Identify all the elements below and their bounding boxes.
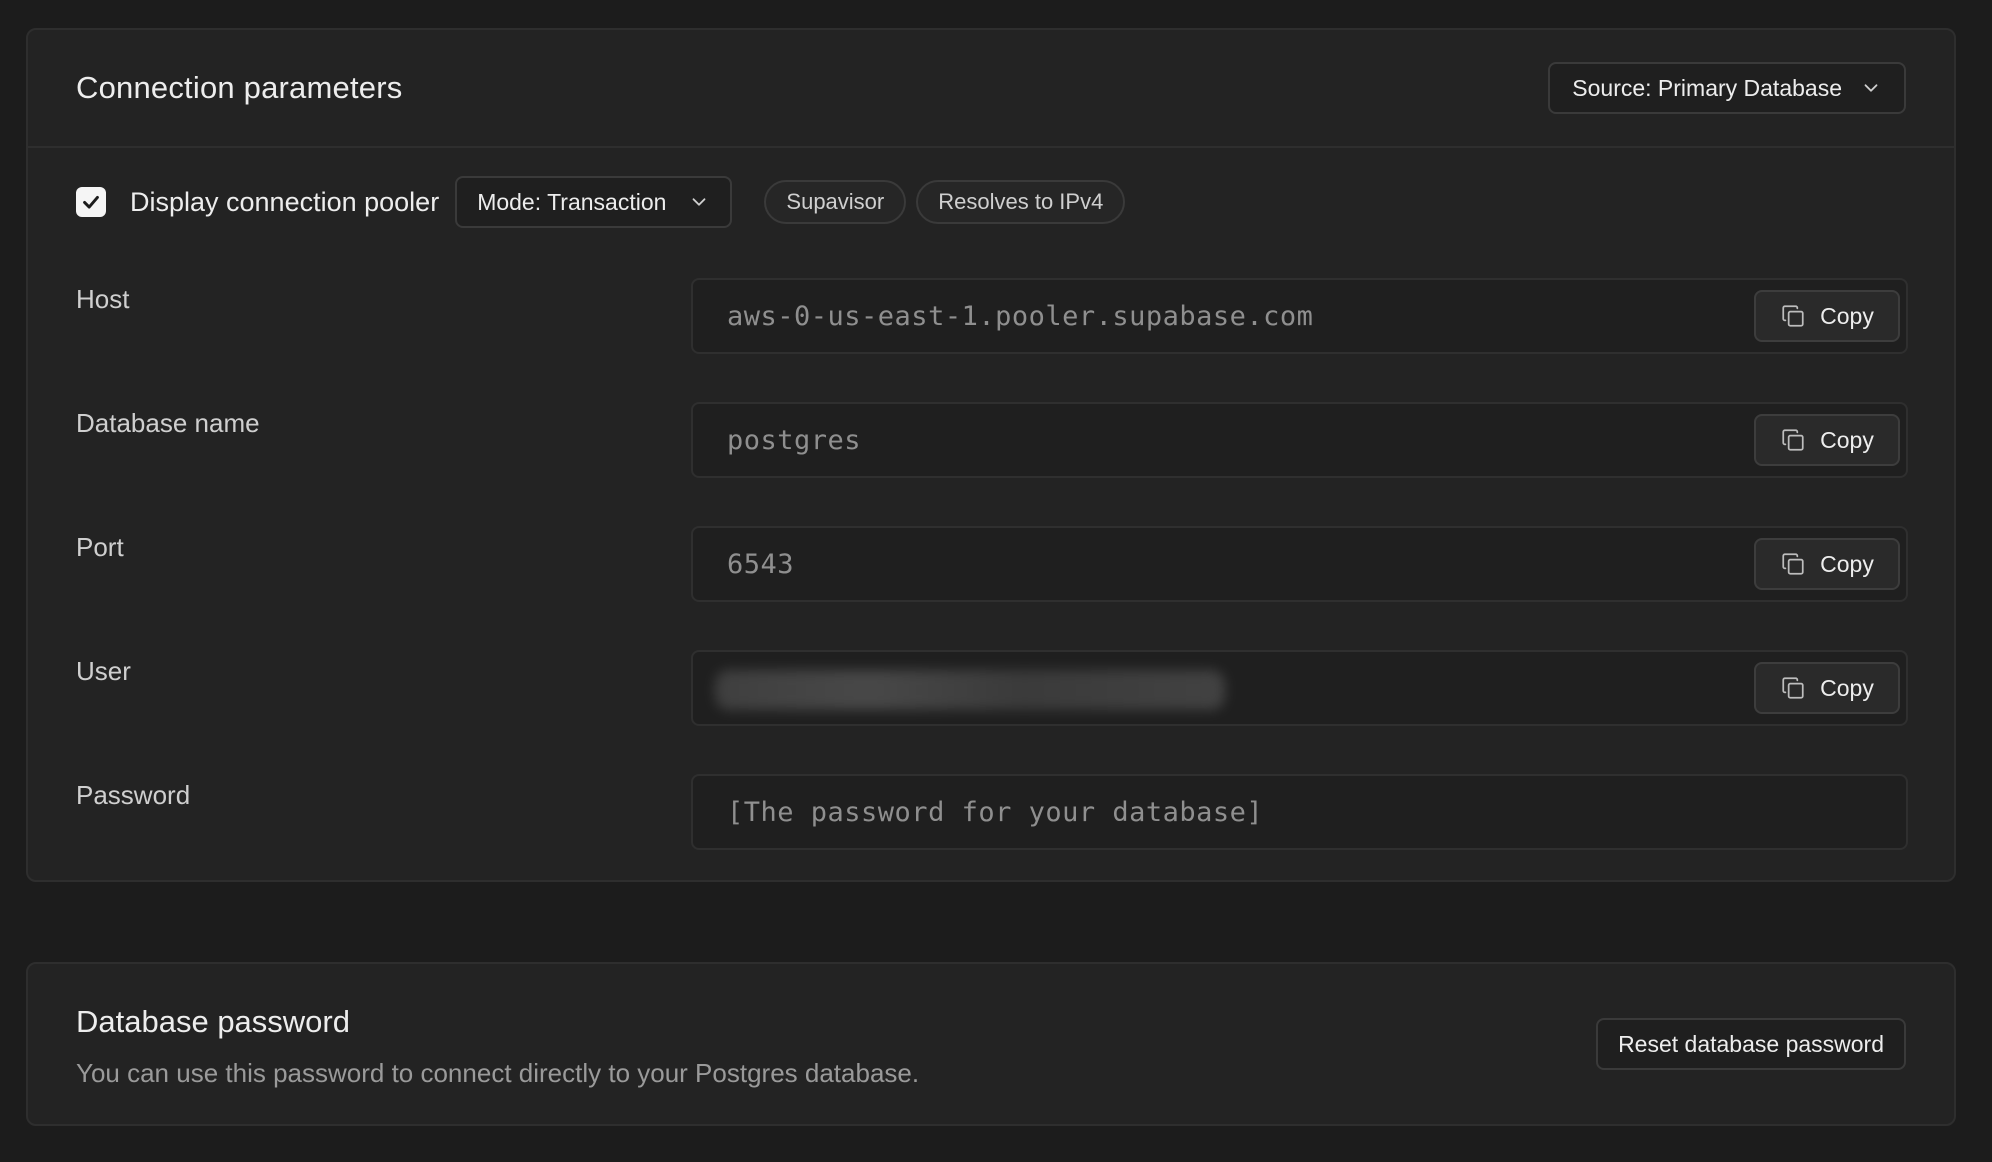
- ipv4-badge: Resolves to IPv4: [916, 180, 1126, 224]
- source-select[interactable]: Source: Primary Database: [1548, 62, 1906, 114]
- database-password-title: Database password: [76, 1004, 350, 1039]
- copy-user-label: Copy: [1820, 674, 1874, 701]
- blurred-user-value: [715, 670, 1225, 710]
- port-input[interactable]: 6543 Copy: [691, 526, 1908, 602]
- user-label: User: [76, 656, 131, 686]
- chevron-down-icon: [688, 191, 710, 213]
- port-label: Port: [76, 532, 124, 562]
- password-label: Password: [76, 780, 191, 810]
- mode-select-value: Mode: Transaction: [477, 188, 667, 215]
- copy-port-button[interactable]: Copy: [1754, 538, 1900, 590]
- user-input[interactable]: Copy: [691, 650, 1908, 726]
- port-field-row: Port 6543 Copy: [76, 526, 1908, 602]
- password-value: [The password for your database]: [727, 796, 1264, 828]
- connection-parameters-title: Connection parameters: [76, 70, 403, 105]
- mode-select[interactable]: Mode: Transaction: [455, 176, 733, 228]
- copy-icon: [1780, 303, 1806, 329]
- host-field-row: Host aws-0-us-east-1.pooler.supabase.com…: [76, 278, 1908, 354]
- database-name-value: postgres: [727, 424, 862, 456]
- reset-database-password-button[interactable]: Reset database password: [1596, 1018, 1906, 1070]
- connection-parameters-header: Connection parameters Source: Primary Da…: [28, 30, 1954, 148]
- copy-icon: [1780, 427, 1806, 453]
- host-input[interactable]: aws-0-us-east-1.pooler.supabase.com Copy: [691, 278, 1908, 354]
- supavisor-badge: Supavisor: [764, 180, 907, 224]
- display-pooler-checkbox[interactable]: [76, 187, 106, 217]
- host-label: Host: [76, 284, 130, 314]
- copy-icon: [1780, 675, 1806, 701]
- copy-user-button[interactable]: Copy: [1754, 662, 1900, 714]
- copy-database-name-button[interactable]: Copy: [1754, 414, 1900, 466]
- database-name-field-row: Database name postgres Copy: [76, 402, 1908, 478]
- host-value: aws-0-us-east-1.pooler.supabase.com: [727, 300, 1314, 332]
- user-field-row: User Copy: [76, 650, 1908, 726]
- copy-host-label: Copy: [1820, 302, 1874, 329]
- chevron-down-icon: [1860, 77, 1882, 99]
- password-field-row: Password [The password for your database…: [76, 774, 1908, 850]
- database-name-label: Database name: [76, 408, 260, 438]
- display-pooler-label[interactable]: Display connection pooler: [130, 187, 439, 218]
- copy-database-name-label: Copy: [1820, 426, 1874, 453]
- database-password-description: You can use this password to connect dir…: [76, 1058, 920, 1088]
- source-select-value: Source: Primary Database: [1572, 74, 1842, 101]
- pooler-row: Display connection pooler Mode: Transact…: [76, 176, 1135, 228]
- copy-port-label: Copy: [1820, 550, 1874, 577]
- copy-icon: [1780, 551, 1806, 577]
- port-value: 6543: [727, 548, 795, 580]
- database-name-input[interactable]: postgres Copy: [691, 402, 1908, 478]
- connection-parameters-card: Connection parameters Source: Primary Da…: [26, 28, 1956, 882]
- checkmark-icon: [83, 195, 99, 209]
- database-password-card: Database password You can use this passw…: [26, 962, 1956, 1126]
- copy-host-button[interactable]: Copy: [1754, 290, 1900, 342]
- password-input[interactable]: [The password for your database]: [691, 774, 1908, 850]
